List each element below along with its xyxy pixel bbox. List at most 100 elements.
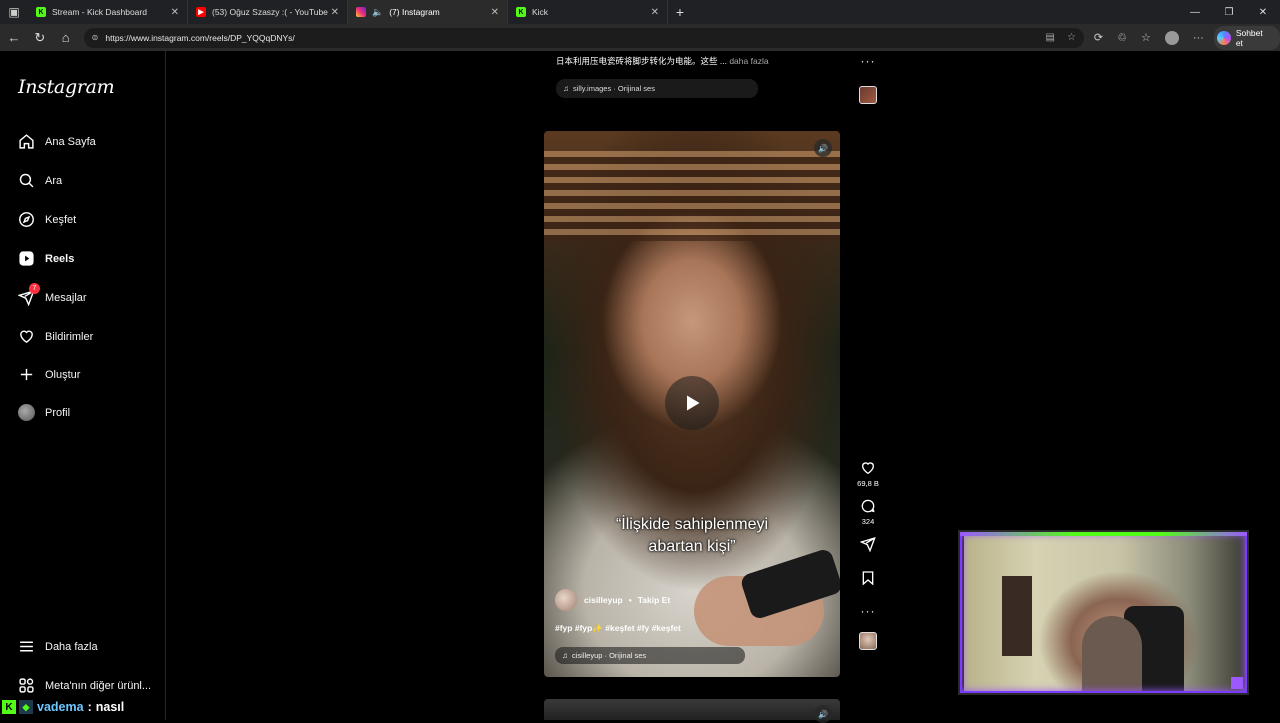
play-button[interactable] xyxy=(665,376,719,430)
window-controls: — ❐ ✕ xyxy=(1178,0,1280,24)
tab-title: (53) Oğuz Szaszy :( - YouTube xyxy=(212,7,328,17)
url-text: https://www.instagram.com/reels/DP_YQQqD… xyxy=(105,32,295,43)
audio-label: silly.images · Orijinal ses xyxy=(573,84,655,93)
address-bar[interactable]: ⊜ https://www.instagram.com/reels/DP_YQQ… xyxy=(83,27,1084,48)
close-icon[interactable]: ✕ xyxy=(171,7,179,18)
reel-video[interactable]: 🔊 “İlişkide sahiplenmeyi abartan kişi” c… xyxy=(544,131,840,677)
kick-icon: K xyxy=(2,700,16,714)
volume-icon[interactable]: 🔊 xyxy=(814,139,832,157)
music-note-icon: ♫ xyxy=(562,651,568,660)
heart-icon xyxy=(20,330,33,344)
chat-separator: : xyxy=(87,700,92,714)
caption-text: 日本利用压电瓷砖将脚步转化为电能。这些 ... xyxy=(556,56,727,66)
stream-chat-message: K ◆ vadema : nasıl xyxy=(0,698,129,716)
close-icon[interactable]: ✕ xyxy=(651,7,659,18)
author-avatar[interactable] xyxy=(555,589,577,611)
share-button[interactable] xyxy=(860,536,876,552)
sidebar-item-more[interactable]: Daha fazla xyxy=(18,638,98,655)
tab-youtube[interactable]: ▶ (53) Oğuz Szaszy :( - YouTube ✕ xyxy=(188,0,348,24)
previous-reel-actions: ··· xyxy=(854,54,882,114)
more-options-icon[interactable]: ··· xyxy=(1193,32,1204,44)
video-background xyxy=(544,151,840,241)
sidebar-item-label: Daha fazla xyxy=(45,640,98,653)
extensions-icon[interactable]: ⟳ xyxy=(1094,31,1103,44)
more-dots-icon: ··· xyxy=(860,604,876,618)
sidebar-item-label: Bildirimler xyxy=(45,330,94,343)
copilot-icon xyxy=(1216,30,1231,45)
webcam-frame xyxy=(960,532,1247,693)
sidebar-item-label: Profil xyxy=(45,406,71,419)
audio-thumbnail[interactable] xyxy=(859,86,877,104)
reel-audio[interactable]: ♫ cisilleyup · Orijinal ses xyxy=(555,647,745,664)
more-link[interactable]: daha fazla xyxy=(729,56,768,66)
site-info-icon[interactable]: ⊜ xyxy=(92,33,99,42)
next-reel-video[interactable]: 🔊 xyxy=(544,699,840,723)
follow-button[interactable]: Takip Et xyxy=(638,595,670,605)
close-window-button[interactable]: ✕ xyxy=(1246,0,1280,24)
browser-tab-bar: ▣ K Stream - Kick Dashboard ✕ ▶ (53) Oğu… xyxy=(0,0,1280,24)
audio-thumbnail[interactable] xyxy=(859,632,877,650)
previous-reel-audio[interactable]: ♫ silly.images · Orijinal ses xyxy=(556,79,758,98)
sidebar-item-reels[interactable]: Reels xyxy=(18,250,74,267)
comment-button[interactable]: 324 xyxy=(860,498,876,526)
reel-hashtags[interactable]: #fyp #fyp✨ #keşfet #fy #keşfet xyxy=(555,623,681,634)
tab-kick[interactable]: K Kick ✕ xyxy=(508,0,668,24)
close-icon[interactable]: ✕ xyxy=(331,7,339,18)
speaker-icon[interactable]: 🔈 xyxy=(372,7,383,18)
tab-title: Stream - Kick Dashboard xyxy=(52,7,147,17)
sidebar-item-messages[interactable]: 7 Mesajlar xyxy=(18,283,87,306)
author-username[interactable]: cisilleyup xyxy=(584,595,623,605)
comment-count: 324 xyxy=(861,517,875,526)
audio-thumbnail-image xyxy=(859,86,877,104)
sidebar-item-meta[interactable]: Meta'nın diğer ürünl... xyxy=(18,677,151,694)
sidebar-item-label: Reels xyxy=(45,252,75,265)
video-subtitle: “İlişkide sahiplenmeyi abartan kişi” xyxy=(544,514,840,557)
close-icon[interactable]: ✕ xyxy=(491,7,499,18)
reel-actions: 69,8 B 324 ··· xyxy=(854,460,882,660)
badge-icon: ◆ xyxy=(19,700,33,714)
avatar xyxy=(18,404,35,421)
like-button[interactable]: 69,8 B xyxy=(857,460,879,488)
reader-mode-icon[interactable]: ▤ xyxy=(1046,32,1055,43)
new-tab-button[interactable]: + xyxy=(668,0,692,24)
minimize-button[interactable]: — xyxy=(1178,0,1212,24)
previous-reel-caption: 日本利用压电瓷砖将脚步转化为电能。这些 ... daha fazla xyxy=(556,55,769,67)
restore-button[interactable]: ❐ xyxy=(1212,0,1246,24)
sidebar-item-search[interactable]: Ara xyxy=(18,172,62,189)
browser-essentials-icon[interactable]: ♲ xyxy=(1117,31,1127,44)
instagram-logo[interactable]: Instagram xyxy=(18,76,115,98)
favorite-star-icon[interactable]: ☆ xyxy=(1067,32,1076,43)
home-icon xyxy=(19,134,34,149)
tab-instagram[interactable]: 🔈 (7) Instagram ✕ xyxy=(348,0,508,24)
sidebar-item-profile[interactable]: Profil xyxy=(18,404,70,421)
sidebar-item-explore[interactable]: Keşfet xyxy=(18,211,76,228)
refresh-button[interactable]: ↻ xyxy=(28,26,52,50)
copilot-button[interactable]: Sohbet et xyxy=(1213,25,1280,50)
play-icon xyxy=(687,395,700,411)
home-button[interactable]: ⌂ xyxy=(54,26,78,50)
volume-icon[interactable]: 🔊 xyxy=(814,705,832,723)
sidebar-item-home[interactable]: Ana Sayfa xyxy=(18,133,96,150)
webcam-corner-logo xyxy=(1231,677,1243,689)
more-options-button[interactable]: ··· xyxy=(861,604,876,618)
meta-apps-icon xyxy=(19,678,34,693)
heart-icon xyxy=(861,462,875,475)
menu-icon xyxy=(20,641,33,652)
bookmark-icon xyxy=(862,571,874,586)
sidebar-item-label: Ana Sayfa xyxy=(45,135,96,148)
back-button[interactable]: ← xyxy=(2,26,26,50)
more-options-button[interactable]: ··· xyxy=(861,54,876,68)
subtitle-line: “İlişkide sahiplenmeyi xyxy=(615,516,769,533)
instagram-icon xyxy=(356,7,366,17)
favorites-icon[interactable]: ☆ xyxy=(1141,31,1151,44)
kick-icon: K xyxy=(36,7,46,17)
profile-avatar[interactable] xyxy=(1164,30,1179,45)
tab-kick-dashboard[interactable]: K Stream - Kick Dashboard ✕ xyxy=(28,0,188,24)
sidebar-item-create[interactable]: Oluştur xyxy=(18,366,80,383)
sidebar-item-notifications[interactable]: Bildirimler xyxy=(18,328,93,345)
tab-actions-icon[interactable]: ▣ xyxy=(0,0,28,24)
plus-icon xyxy=(20,368,33,381)
audio-thumbnail-image xyxy=(859,632,877,650)
save-button[interactable] xyxy=(860,570,876,586)
youtube-icon: ▶ xyxy=(196,7,206,17)
